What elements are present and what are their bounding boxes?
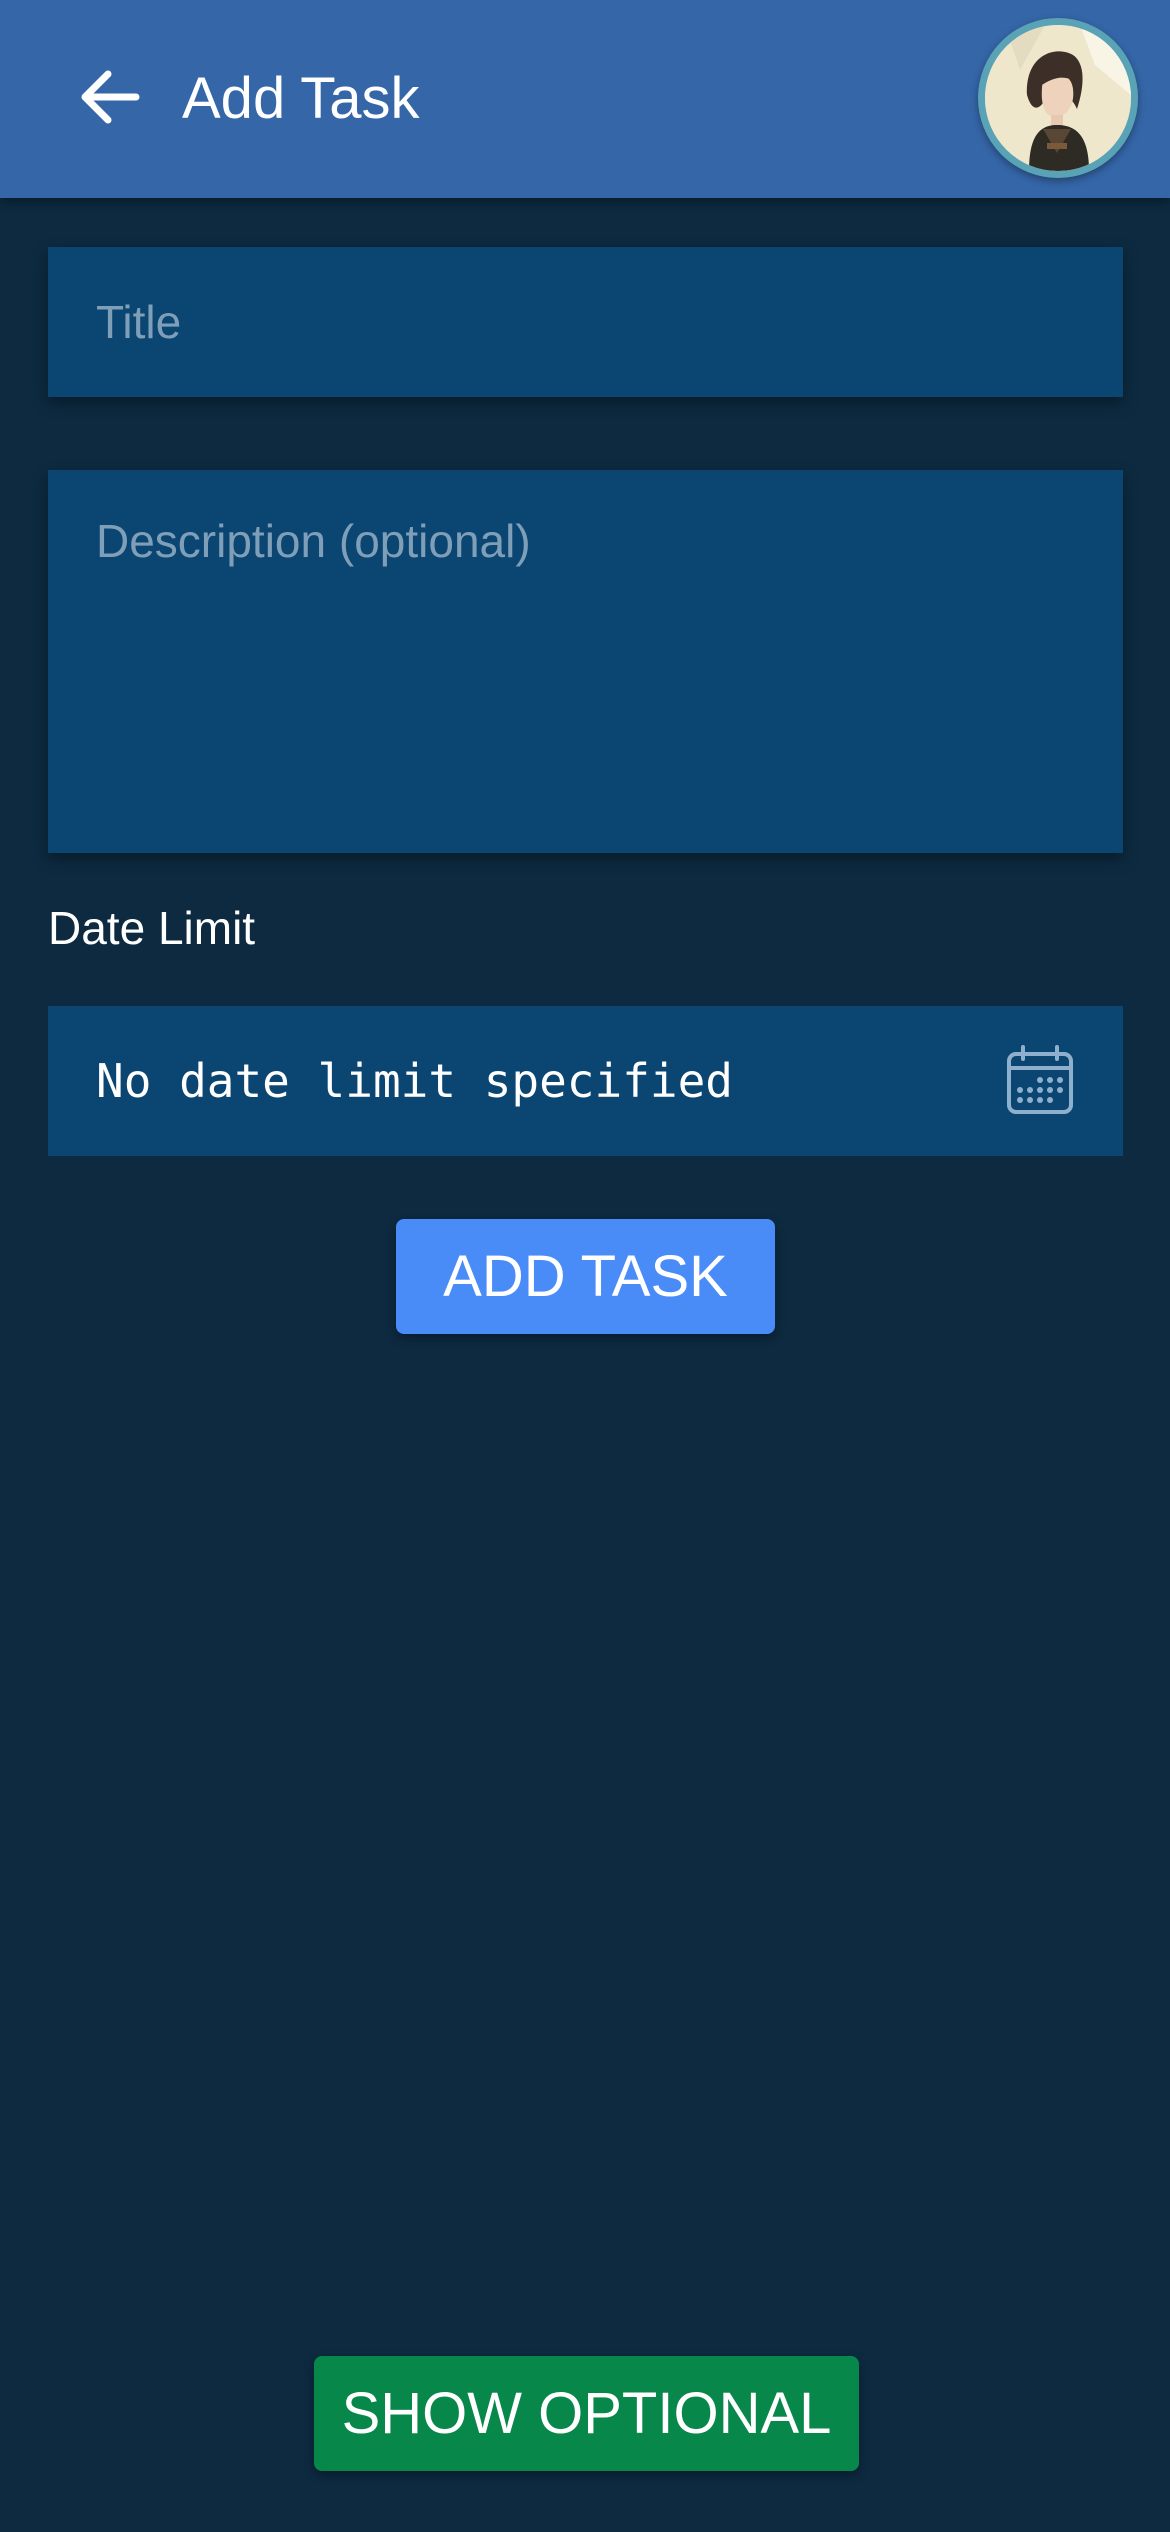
add-task-screen: Add Task Date Limit N	[0, 0, 1170, 2532]
back-button[interactable]	[70, 62, 150, 132]
calendar-button[interactable]	[1003, 1044, 1077, 1118]
title-field	[48, 247, 1123, 397]
date-limit-value: No date limit specified	[96, 1054, 733, 1108]
app-bar: Add Task	[0, 0, 1170, 198]
description-field	[48, 470, 1123, 853]
add-task-button[interactable]: ADD TASK	[396, 1219, 775, 1334]
arrow-left-icon	[81, 70, 140, 124]
date-limit-label: Date Limit	[48, 902, 256, 954]
avatar-image	[985, 25, 1131, 171]
calendar-icon	[1007, 1045, 1073, 1114]
description-input[interactable]	[96, 514, 1076, 814]
user-avatar[interactable]	[978, 18, 1138, 178]
date-limit-picker[interactable]: No date limit specified	[48, 1006, 1123, 1156]
title-input[interactable]	[96, 247, 1076, 397]
page-title: Add Task	[182, 66, 420, 131]
show-optional-button[interactable]: SHOW OPTIONAL	[314, 2356, 859, 2471]
